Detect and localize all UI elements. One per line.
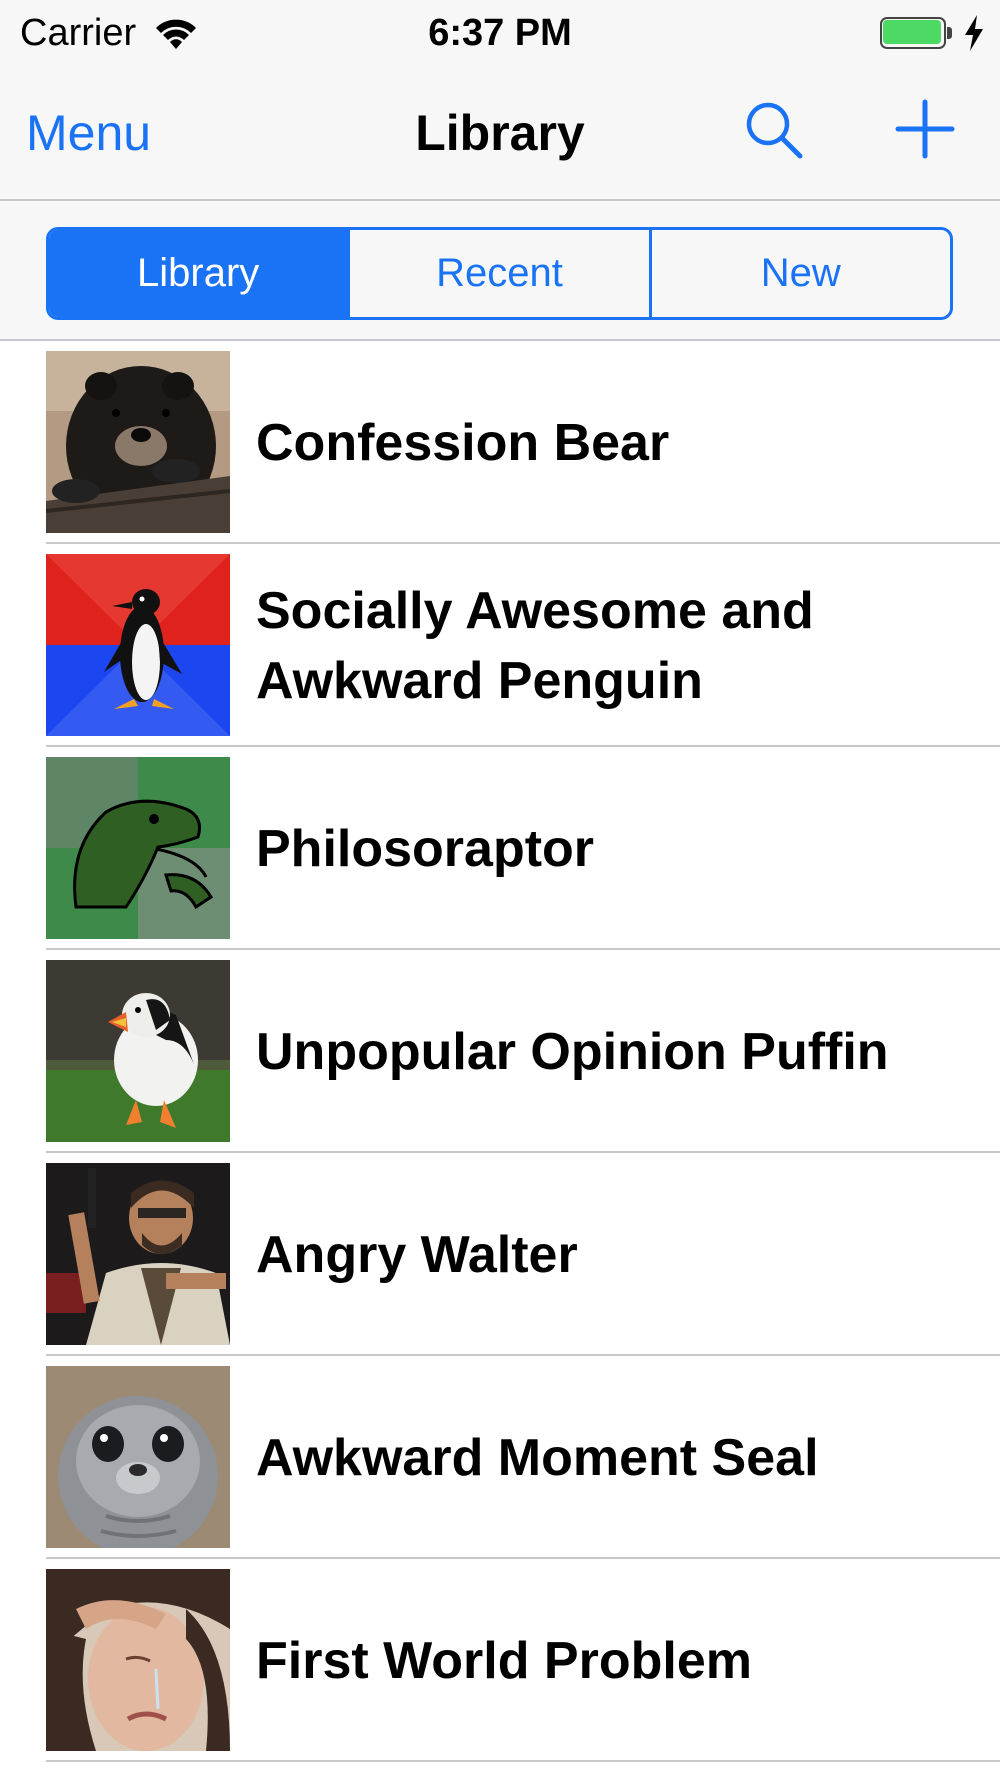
item-title: Awkward Moment Seal xyxy=(256,1428,819,1487)
list-item[interactable]: First World Problem xyxy=(0,1559,1000,1762)
search-icon[interactable] xyxy=(742,98,806,162)
list-item[interactable]: Socially Awesome and Awkward Penguin xyxy=(0,544,1000,747)
battery-icon xyxy=(880,17,954,51)
segmented-control: Library Recent New xyxy=(46,227,953,320)
penguin-image xyxy=(46,554,230,736)
segment-recent[interactable]: Recent xyxy=(347,230,648,317)
list-item[interactable]: Awkward Moment Seal xyxy=(0,1356,1000,1559)
item-title: Confession Bear xyxy=(256,413,670,472)
item-title: Angry Walter xyxy=(256,1225,578,1284)
segment-area: Library Recent New xyxy=(0,201,1000,341)
segment-library[interactable]: Library xyxy=(49,230,348,317)
list-item[interactable]: Confession Bear xyxy=(0,341,1000,544)
raptor-image xyxy=(46,757,230,939)
plus-icon[interactable] xyxy=(894,98,956,160)
meme-list: Confession Bear Socially Awesome and Awk… xyxy=(0,341,1000,1762)
status-time: 6:37 PM xyxy=(428,12,572,54)
navigation-bar: Menu Library xyxy=(0,66,1000,201)
crying-woman-photo xyxy=(46,1569,230,1751)
seal-photo xyxy=(46,1366,230,1548)
segment-new[interactable]: New xyxy=(648,230,950,317)
list-item[interactable]: Angry Walter xyxy=(0,1153,1000,1356)
item-title: Philosoraptor xyxy=(256,819,595,878)
bear-photo xyxy=(46,351,230,533)
battery-level xyxy=(883,20,941,44)
puffin-photo xyxy=(46,960,230,1142)
list-item[interactable]: Unpopular Opinion Puffin xyxy=(0,950,1000,1153)
item-title: Socially Awesome and Awkward Penguin xyxy=(256,581,814,710)
item-title: First World Problem xyxy=(256,1631,752,1690)
list-item[interactable]: Philosoraptor xyxy=(0,747,1000,950)
item-title: Unpopular Opinion Puffin xyxy=(256,1022,889,1081)
walter-photo xyxy=(46,1163,230,1345)
status-bar: Carrier 6:37 PM xyxy=(0,0,1000,66)
lightning-bolt-icon xyxy=(965,15,983,51)
menu-button[interactable]: Menu xyxy=(26,104,151,162)
